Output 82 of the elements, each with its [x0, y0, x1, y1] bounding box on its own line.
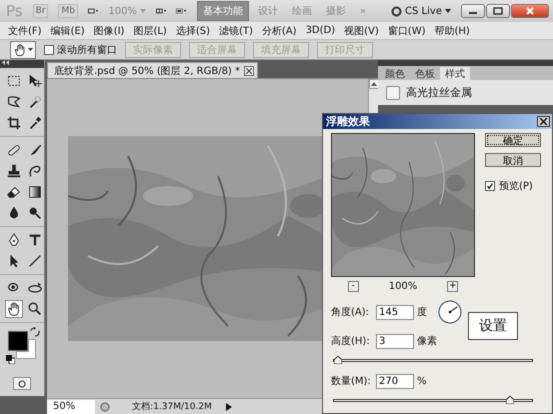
value-field[interactable]: 270: [376, 374, 414, 388]
panel-tab[interactable]: 样式: [440, 67, 470, 80]
stamp-icon: [6, 163, 22, 179]
style-checkbox[interactable]: [386, 86, 400, 100]
angle-dial[interactable]: [438, 300, 462, 324]
marquee-icon: [6, 73, 22, 89]
line-icon: [27, 253, 43, 269]
quick-mask-icon[interactable]: [13, 377, 31, 390]
tool-button[interactable]: [26, 183, 44, 201]
foreground-color-swatch[interactable]: [8, 331, 28, 351]
close-tab-icon[interactable]: [244, 66, 254, 76]
default-colors-icon[interactable]: [6, 355, 15, 364]
zoom-field[interactable]: 50%: [47, 400, 95, 414]
tool-preset-picker[interactable]: [10, 40, 36, 58]
app-launcher[interactable]: Mb: [58, 4, 78, 18]
tool-button[interactable]: [5, 162, 23, 180]
panel-tab[interactable]: 色板: [410, 67, 440, 80]
hand-icon: [13, 42, 27, 56]
maximize-icon: [492, 7, 503, 15]
type-icon: [27, 232, 43, 248]
unit-label: 像素: [417, 334, 437, 348]
checkbox-label: 滚动所有窗口: [57, 44, 117, 56]
expand-arrow-icon[interactable]: [225, 402, 233, 410]
tool-button[interactable]: [5, 300, 23, 318]
maximize-button[interactable]: [486, 4, 510, 18]
field-label: 高度(H):: [331, 334, 371, 348]
lasso-icon: [6, 94, 22, 110]
app-logo: Ps: [6, 2, 23, 20]
slider-thumb[interactable]: [506, 396, 514, 404]
callout-label: 设置: [468, 312, 518, 340]
menu-item[interactable]: 分析(A): [262, 24, 297, 38]
move-icon: [27, 73, 43, 89]
hand-icon: [6, 301, 22, 317]
menu-item[interactable]: 编辑(E): [50, 24, 85, 38]
caret-icon: [28, 48, 33, 52]
zoom-out-button[interactable]: -: [348, 281, 359, 292]
cs-live-icon: [391, 6, 402, 16]
app-launcher[interactable]: Br: [32, 4, 48, 18]
value-field[interactable]: 145: [376, 304, 414, 320]
document-info: 文档:1.37M/10.2M: [131, 400, 213, 413]
zoom-icon: [27, 301, 43, 317]
scroll-all-checkbox[interactable]: [44, 44, 54, 54]
minimize-button[interactable]: [460, 4, 485, 18]
preview-checkbox[interactable]: [485, 181, 495, 191]
preview-zoom: 100%: [388, 281, 418, 292]
menu-item[interactable]: 窗口(W): [388, 24, 426, 38]
magic-wand-icon: [27, 94, 43, 110]
tool-button[interactable]: [5, 114, 23, 132]
menu-item[interactable]: 3D(D): [306, 25, 336, 36]
dodge-icon: [27, 205, 43, 221]
menu-item[interactable]: 视图(V): [344, 24, 379, 38]
menu-item[interactable]: 图层(L): [133, 24, 167, 38]
crop-icon: [6, 115, 22, 131]
background-color-swatch[interactable]: [16, 339, 36, 359]
menu-item[interactable]: 选择(S): [176, 24, 210, 38]
unit-label: %: [417, 376, 427, 386]
eyedropper-icon: [27, 115, 43, 131]
menu-item[interactable]: 文件(F): [8, 24, 42, 38]
dialog-title: 浮雕效果: [326, 114, 370, 129]
swap-icon[interactable]: [30, 327, 40, 337]
close-icon[interactable]: [537, 116, 550, 127]
cs-live-menu[interactable]: CS Live: [405, 6, 442, 16]
zoom-in-button[interactable]: +: [447, 281, 458, 292]
scroll-up-icon[interactable]: [369, 79, 379, 89]
field-label: 数量(M):: [331, 375, 372, 388]
gradient-icon: [27, 184, 43, 200]
eraser-icon: [6, 184, 22, 200]
close-icon: [524, 7, 535, 15]
menu-item[interactable]: 图像(I): [94, 24, 124, 38]
menu-item[interactable]: 滤镜(T): [218, 24, 253, 38]
unit-label: 度: [417, 306, 427, 319]
caret-icon[interactable]: [444, 9, 451, 13]
slider-thumb[interactable]: [334, 356, 342, 364]
pen-icon: [6, 232, 22, 248]
tool-button[interactable]: [26, 300, 44, 318]
panel-tab[interactable]: 颜色: [380, 67, 410, 80]
close-button[interactable]: [510, 4, 549, 18]
cancel-button[interactable]: 取消: [485, 153, 541, 167]
checkbox-label: 预览(P): [499, 180, 533, 193]
history-brush-icon: [27, 163, 43, 179]
menu-item[interactable]: 帮助(H): [434, 24, 470, 38]
value-field[interactable]: 3: [376, 334, 414, 348]
